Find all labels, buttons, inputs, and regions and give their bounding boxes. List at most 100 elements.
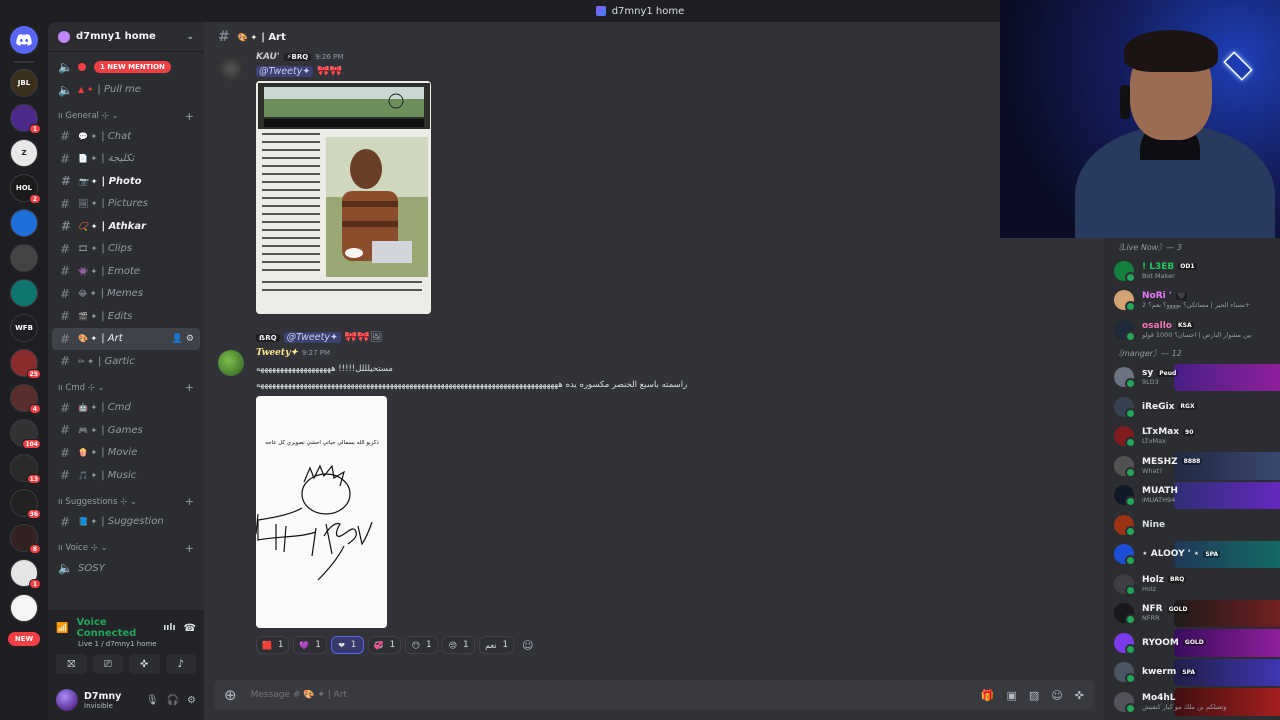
server-icon[interactable]	[10, 209, 38, 237]
soundboard-button[interactable]: ♪	[165, 654, 196, 674]
member-item[interactable]: kwerm SPA	[1104, 658, 1280, 688]
server-icon[interactable]: Z	[10, 139, 38, 167]
channel-item[interactable]: # 🎵 ✦ | Music	[52, 464, 200, 487]
discord-home-icon[interactable]	[10, 26, 38, 54]
member-item[interactable]: NoRi ' 🖤 مساء الخير | مسائكي؟ يوووو؟ نعم؟ …	[1104, 286, 1280, 316]
add-reaction-icon[interactable]: ☺	[522, 636, 533, 654]
gif-icon[interactable]: ▣	[1007, 689, 1017, 702]
member-item[interactable]: iReGix RGX	[1104, 392, 1280, 422]
channel-category[interactable]: ıı Cmd ⊹ ⌄ +	[52, 373, 200, 397]
gift-icon[interactable]: 🎁	[981, 689, 995, 702]
chevron-down-icon[interactable]: ⌄	[186, 32, 194, 42]
attachment-image[interactable]: ذكريو الله يسمالي حياتي احشي تصويري كل ع…	[256, 396, 387, 628]
server-icon[interactable]: JBL	[10, 69, 38, 97]
member-item[interactable]: MUATH iMUATH94	[1104, 481, 1280, 511]
server-icon[interactable]: 25	[10, 349, 41, 379]
server-icon[interactable]: 1	[10, 104, 41, 134]
activities-button[interactable]: ✜	[129, 654, 160, 674]
server-icon[interactable]: 104	[10, 419, 41, 449]
channel-item[interactable]: # 🎬 ✦ | Edits	[52, 305, 200, 328]
reaction-button[interactable]: 🟥 1	[256, 636, 290, 654]
channel-category[interactable]: ıı General ⊹ ⌄ +	[52, 101, 200, 125]
reply-mention[interactable]: @Tweety✦	[283, 332, 341, 343]
member-item[interactable]: NFR GOLD NFRR	[1104, 599, 1280, 629]
disconnect-icon[interactable]: ☎	[184, 623, 196, 634]
channel-item[interactable]: # 👾 ✦ | Emote	[52, 260, 200, 283]
new-unreads-pill[interactable]: NEW	[7, 631, 41, 646]
channel-item[interactable]: # ✏ ✦ | Gartic	[52, 350, 200, 373]
voice-channel-item[interactable]: 🔈 1 NEW MENTION	[52, 56, 200, 79]
member-item[interactable]: sy Peud 9LO3	[1104, 363, 1280, 393]
add-channel-icon[interactable]: +	[185, 381, 194, 394]
avatar[interactable]	[218, 56, 244, 82]
server-icon[interactable]: 36	[10, 489, 41, 519]
emoji-icon[interactable]: ☺	[1051, 689, 1062, 702]
screen-share-button[interactable]: ⎚	[92, 654, 123, 674]
message-input[interactable]	[250, 690, 981, 700]
channel-item[interactable]: # 🍿 ✦ | Movie	[52, 442, 200, 465]
channel-category[interactable]: ıı Suggestions ⊹ ⌄ +	[52, 487, 200, 511]
channel-item[interactable]: # 😂 ✦ | Memes	[52, 283, 200, 306]
guild-header[interactable]: d7mny1 home ⌄	[48, 22, 204, 52]
avatar[interactable]	[218, 350, 244, 376]
server-icon[interactable]	[10, 279, 38, 307]
message-author[interactable]: Tweety✦	[256, 348, 298, 358]
server-icon[interactable]: 13	[10, 454, 41, 484]
add-channel-icon[interactable]: +	[185, 110, 194, 123]
reaction-button[interactable]: ❤ 1	[330, 636, 364, 654]
server-icon[interactable]: HOL 2	[10, 174, 41, 204]
headphones-icon[interactable]: 🎧	[167, 695, 179, 706]
reply-preview[interactable]: ẞRQ @Tweety✦ 🎀🎀🖼	[256, 332, 383, 343]
member-item[interactable]: Holz BRQ Holz	[1104, 569, 1280, 599]
user-info[interactable]: D7mny Invisible	[84, 691, 121, 710]
message-author[interactable]: KAU'	[256, 52, 280, 62]
channel-category[interactable]: ıı Voice ⊹ ⌄ +	[52, 533, 200, 557]
reaction-button[interactable]: 💞 1	[367, 636, 402, 654]
camera-off-button[interactable]: ⛝	[56, 654, 87, 674]
member-item[interactable]: osallo KSA بين مشوار البارض | احسان؟ 1000 …	[1104, 315, 1280, 345]
reaction-button[interactable]: 💜 1	[293, 636, 327, 654]
apps-icon[interactable]: ✜	[1075, 689, 1084, 702]
channel-item[interactable]: # 📄 ✦ | تكليجة	[52, 148, 200, 171]
new-mention-badge[interactable]: 1 NEW MENTION	[94, 61, 171, 74]
channel-item[interactable]: # 📷 ✦ | Photo	[52, 170, 200, 193]
channel-item[interactable]: # 💬 ✦ | Chat	[52, 125, 200, 148]
member-item[interactable]: Mo4hL وتصلكم بن ملك مو كبار كنقيش	[1104, 687, 1280, 717]
member-item[interactable]: MESHZ 8888 What?	[1104, 451, 1280, 481]
add-channel-icon[interactable]: +	[185, 495, 194, 508]
member-item[interactable]: RYOOM GOLD	[1104, 628, 1280, 658]
microphone-icon[interactable]: 🎙	[146, 695, 159, 706]
channel-item[interactable]: # 🎞 ✦ | Clips	[52, 238, 200, 261]
channel-item[interactable]: # 📘 ✦ | Suggestion	[52, 511, 200, 534]
noise-suppression-icon[interactable]: ıılı	[163, 623, 175, 633]
channel-item[interactable]: # 🖼 ✦ | Pictures	[52, 193, 200, 216]
server-icon[interactable]: 1	[10, 559, 41, 589]
member-item[interactable]: ⋆ ALOOY ' ⋆ SPA	[1104, 540, 1280, 570]
avatar[interactable]	[56, 689, 78, 711]
gear-icon[interactable]: ⚙	[187, 695, 196, 706]
member-item[interactable]: Nine	[1104, 510, 1280, 540]
sticker-icon[interactable]: ▨	[1029, 689, 1039, 702]
member-item[interactable]: LTxMax 90 LTxMax	[1104, 422, 1280, 452]
server-icon[interactable]: 8	[10, 524, 41, 554]
server-icon[interactable]: WFB	[10, 314, 38, 342]
member-item[interactable]: ! L3EB OD1 Bot Maker	[1104, 256, 1280, 286]
channel-item[interactable]: # 🤖 ✦ | Cmd	[52, 397, 200, 420]
attachment-image[interactable]	[256, 81, 431, 314]
voice-channel-item[interactable]: 🔈 ▲ ✦ | Pull me	[52, 79, 200, 102]
reaction-button[interactable]: 😔 1	[442, 636, 476, 654]
invite-icon[interactable]: 👤	[172, 334, 183, 344]
add-channel-icon[interactable]: +	[185, 542, 194, 555]
channel-item[interactable]: # 🎮 ✦ | Games	[52, 419, 200, 442]
user-mention[interactable]: @Tweety✦	[256, 66, 314, 77]
server-icon[interactable]	[10, 594, 38, 622]
server-icon[interactable]	[10, 244, 38, 272]
channel-item[interactable]: 🔈 SOSY	[52, 557, 200, 580]
reaction-button[interactable]: 😶 1	[405, 636, 439, 654]
reaction-button[interactable]: نعم 1	[479, 636, 515, 654]
channel-item[interactable]: # 📿 ✦ | Athkar	[52, 215, 200, 238]
gear-icon[interactable]: ⚙	[186, 334, 194, 344]
add-attachment-icon[interactable]: ⊕	[224, 686, 237, 704]
channel-item[interactable]: # 🎨 ✦ | Art 👤 ⚙	[52, 327, 200, 350]
server-icon[interactable]: 4	[10, 384, 41, 414]
